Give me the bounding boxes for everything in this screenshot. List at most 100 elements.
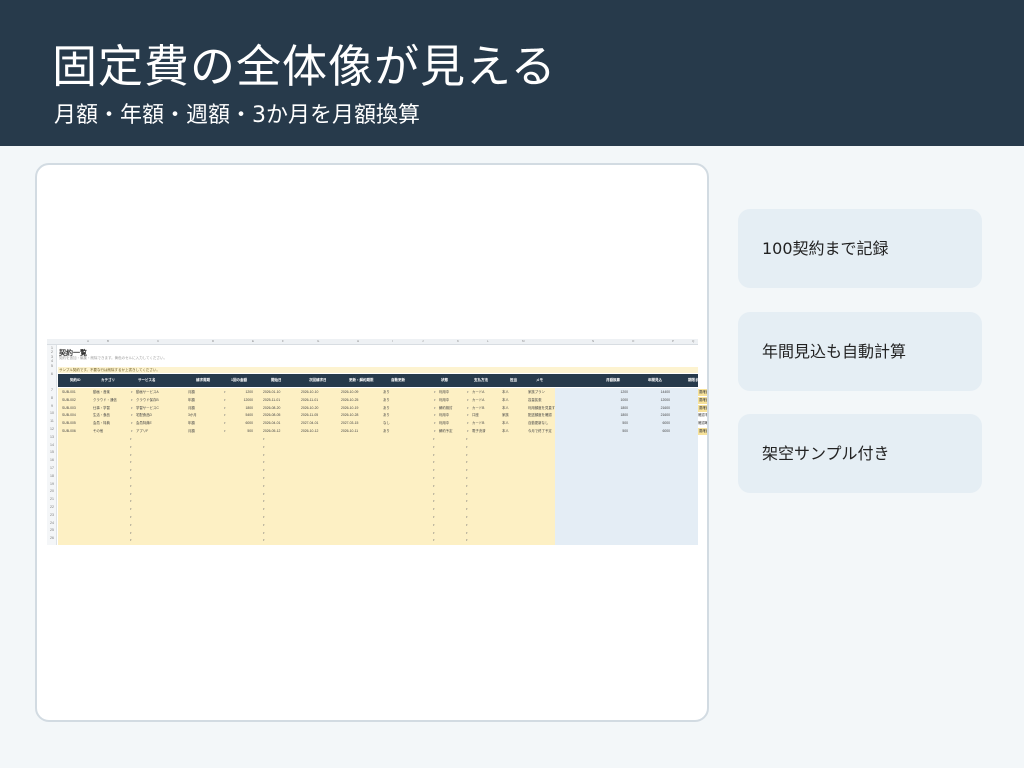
table-cell[interactable]: SUB-002 [62, 397, 76, 404]
table-cell[interactable]: 動画サービスA [136, 389, 159, 396]
dropdown-arrow-icon[interactable]: ▾ [433, 475, 435, 482]
table-cell[interactable]: 利用中 [439, 389, 449, 396]
table-cell[interactable]: 会員特典E [136, 420, 152, 427]
dropdown-arrow-icon[interactable]: ▾ [130, 475, 132, 482]
table-row[interactable]: SUB-001 動画・音楽 動画サービスA 月額 1200 2026-01-10 2026-… [58, 389, 707, 396]
dropdown-arrow-icon[interactable]: ▾ [466, 498, 468, 505]
empty-input-row[interactable]: ▾ ▾ ▾ ▾ [58, 459, 698, 466]
table-cell[interactable]: 2026-10-09 [341, 389, 358, 396]
dropdown-arrow-icon[interactable]: ▾ [433, 452, 435, 459]
dropdown-arrow-icon[interactable]: ▾ [131, 412, 133, 419]
dropdown-arrow-icon[interactable]: ▾ [433, 530, 435, 537]
dropdown-arrow-icon[interactable]: ▾ [130, 467, 132, 474]
empty-input-row[interactable]: ▾ ▾ ▾ ▾ [58, 530, 698, 537]
table-cell[interactable]: あり [383, 428, 390, 435]
dropdown-arrow-icon[interactable]: ▾ [130, 498, 132, 505]
table-cell[interactable]: 6000 [640, 420, 670, 427]
dropdown-arrow-icon[interactable]: ▾ [433, 498, 435, 505]
dropdown-arrow-icon[interactable]: ▾ [263, 436, 265, 443]
empty-input-row[interactable]: ▾ ▾ ▾ ▾ [58, 444, 698, 451]
dropdown-arrow-icon[interactable]: ▾ [466, 436, 468, 443]
dropdown-arrow-icon[interactable]: ▾ [467, 412, 469, 419]
table-cell[interactable]: 利用中 [439, 420, 449, 427]
dropdown-arrow-icon[interactable]: ▾ [224, 412, 226, 419]
dropdown-arrow-icon[interactable]: ▾ [467, 428, 469, 435]
dropdown-arrow-icon[interactable]: ▾ [131, 397, 133, 404]
dropdown-arrow-icon[interactable]: ▾ [434, 428, 436, 435]
dropdown-arrow-icon[interactable]: ▾ [131, 405, 133, 412]
dropdown-arrow-icon[interactable]: ▾ [433, 514, 435, 521]
dropdown-arrow-icon[interactable]: ▾ [433, 467, 435, 474]
empty-input-row[interactable]: ▾ ▾ ▾ ▾ [58, 467, 698, 474]
table-cell[interactable]: 仕事・学習 [93, 405, 110, 412]
table-cell[interactable]: 500 [223, 428, 253, 435]
empty-input-row[interactable]: ▾ ▾ ▾ ▾ [58, 506, 698, 513]
dropdown-arrow-icon[interactable]: ▾ [224, 428, 226, 435]
dropdown-arrow-icon[interactable]: ▾ [433, 506, 435, 513]
table-cell[interactable]: 2026-10-19 [341, 405, 358, 412]
table-cell[interactable]: あり [383, 389, 390, 396]
table-cell[interactable]: なし [383, 420, 390, 427]
dropdown-arrow-icon[interactable]: ▾ [467, 420, 469, 427]
dropdown-arrow-icon[interactable]: ▾ [131, 428, 133, 435]
table-cell[interactable]: カードA [472, 397, 484, 404]
dropdown-arrow-icon[interactable]: ▾ [433, 537, 435, 544]
table-row[interactable]: SUB-006 その他 アプリF 月額 500 2026-05-12 2026-10-12 2… [58, 428, 707, 435]
table-cell[interactable]: 1800 [223, 405, 253, 412]
table-cell[interactable]: 21600 [640, 405, 670, 412]
table-cell[interactable]: 今月で終了予定 [528, 428, 552, 435]
dropdown-arrow-icon[interactable]: ▾ [263, 452, 265, 459]
empty-input-row[interactable]: ▾ ▾ ▾ ▾ [58, 475, 698, 482]
dropdown-arrow-icon[interactable]: ▾ [466, 491, 468, 498]
dropdown-arrow-icon[interactable]: ▾ [466, 530, 468, 537]
dropdown-arrow-icon[interactable]: ▾ [467, 397, 469, 404]
table-cell[interactable]: 2026-08-05 [263, 412, 280, 419]
table-row[interactable]: SUB-002 クラウド・通信 クラウド保存B 年額 12000 2025-11-01 20… [58, 396, 707, 404]
table-cell[interactable]: あり [383, 397, 390, 404]
table-cell[interactable]: 配送頻度を確認 [528, 412, 552, 419]
dropdown-arrow-icon[interactable]: ▾ [130, 444, 132, 451]
dropdown-arrow-icon[interactable]: ▾ [466, 452, 468, 459]
table-cell[interactable]: 学習サービスC [136, 405, 159, 412]
table-cell[interactable]: 本人 [502, 420, 509, 427]
dropdown-arrow-icon[interactable]: ▾ [434, 420, 436, 427]
table-cell[interactable]: クラウド・通信 [93, 397, 117, 404]
dropdown-arrow-icon[interactable]: ▾ [263, 475, 265, 482]
empty-input-row[interactable]: ▾ ▾ ▾ ▾ [58, 491, 698, 498]
dropdown-arrow-icon[interactable]: ▾ [131, 420, 133, 427]
table-cell[interactable]: 2026-10-10 [301, 389, 318, 396]
table-cell[interactable]: 年額 [188, 397, 195, 404]
table-cell[interactable]: 2026-08-20 [263, 405, 280, 412]
table-cell[interactable]: 2026-01-10 [263, 389, 280, 396]
table-row[interactable]: SUB-003 仕事・学習 学習サービスC 月額 1800 2026-08-20 2026-… [58, 404, 707, 412]
dropdown-arrow-icon[interactable]: ▾ [263, 444, 265, 451]
table-cell[interactable]: 2026-10-11 [341, 428, 358, 435]
table-cell[interactable]: 1200 [223, 389, 253, 396]
dropdown-arrow-icon[interactable]: ▾ [263, 506, 265, 513]
dropdown-arrow-icon[interactable]: ▾ [433, 436, 435, 443]
dropdown-arrow-icon[interactable]: ▾ [263, 491, 265, 498]
dropdown-arrow-icon[interactable]: ▾ [434, 412, 436, 419]
table-cell[interactable]: その他 [93, 428, 103, 435]
dropdown-arrow-icon[interactable]: ▾ [224, 389, 226, 396]
table-cell[interactable]: 宅配食品D [136, 412, 152, 419]
table-cell[interactable]: 本人 [502, 428, 509, 435]
dropdown-arrow-icon[interactable]: ▾ [466, 467, 468, 474]
table-cell[interactable]: 6000 [640, 428, 670, 435]
dropdown-arrow-icon[interactable]: ▾ [466, 475, 468, 482]
table-cell[interactable]: 500 [598, 420, 628, 427]
table-cell[interactable]: 確認不要 [698, 412, 707, 419]
table-cell[interactable]: 容量拡張 [528, 397, 542, 404]
dropdown-arrow-icon[interactable]: ▾ [263, 537, 265, 544]
empty-input-row[interactable]: ▾ ▾ ▾ ▾ [58, 514, 698, 521]
table-cell[interactable]: 本人 [502, 389, 509, 396]
dropdown-arrow-icon[interactable]: ▾ [433, 483, 435, 490]
dropdown-arrow-icon[interactable]: ▾ [433, 522, 435, 529]
empty-input-row[interactable]: ▾ ▾ ▾ ▾ [58, 452, 698, 459]
table-cell[interactable]: SUB-004 [62, 412, 76, 419]
table-cell[interactable]: 2026-11-05 [301, 412, 318, 419]
table-cell[interactable]: カードB [472, 405, 484, 412]
table-cell[interactable]: SUB-005 [62, 420, 76, 427]
table-cell[interactable]: クラウド保存B [136, 397, 159, 404]
table-cell[interactable]: 2026-10-12 [301, 428, 318, 435]
